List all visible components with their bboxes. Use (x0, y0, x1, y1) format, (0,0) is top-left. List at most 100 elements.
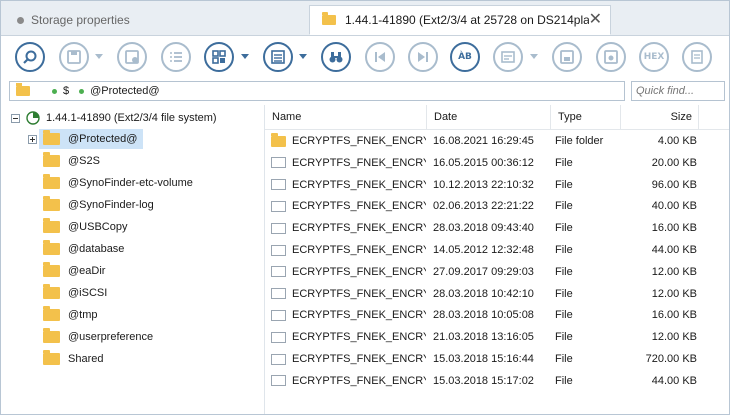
cell-date: 28.03.2018 09:43:40 (433, 222, 534, 235)
tree-item[interactable]: @database (39, 239, 130, 259)
cell-date: 16.08.2021 16:29:45 (433, 135, 534, 147)
cell-date: 27.09.2017 09:29:03 (433, 265, 534, 278)
collapse-icon[interactable] (11, 113, 20, 123)
tree-item[interactable]: @SynoFinder-etc-volume (39, 173, 199, 193)
file-icon (271, 288, 286, 300)
tree-item-label: Shared (68, 353, 104, 365)
hex-view-button[interactable]: HEX (639, 42, 669, 72)
cell-type: File folder (555, 135, 604, 147)
folder-icon (43, 152, 60, 167)
cell-size: 40.00 KB (651, 200, 697, 213)
tree-item[interactable]: @userpreference (39, 327, 159, 347)
document-button[interactable] (682, 42, 712, 72)
app-window: Storage properties 1.44.1-41890 (Ext2/3/… (0, 0, 730, 415)
tree-item-label: @SynoFinder-etc-volume (68, 177, 193, 189)
column-size[interactable]: Size (621, 105, 699, 129)
cell-type: File (555, 222, 573, 235)
view-dropdown-icon[interactable] (241, 54, 249, 59)
match-case-button[interactable]: ÀB (450, 42, 480, 72)
list-view-button[interactable] (263, 42, 293, 72)
cell-name: ECRYPTFS_FNEK_ENCRY... (271, 326, 426, 348)
search-button[interactable] (15, 42, 45, 72)
previous-button[interactable] (365, 42, 395, 72)
tree-item[interactable]: Shared (39, 349, 109, 369)
save-disk-button[interactable] (596, 42, 626, 72)
expand-icon[interactable] (28, 135, 37, 144)
breadcrumb-segment[interactable]: $ (63, 85, 69, 97)
tree-item[interactable]: @Protected@ (39, 129, 144, 149)
tree-item[interactable]: @S2S (39, 151, 106, 171)
tree-item[interactable]: @tmp (39, 305, 104, 325)
tree-root[interactable]: 1.44.1-41890 (Ext2/3/4 file system) (11, 111, 217, 125)
cell-size: 16.00 KB (651, 309, 697, 322)
save-region-button[interactable] (552, 42, 582, 72)
tab-file-system[interactable]: 1.44.1-41890 (Ext2/3/4 at 25728 on DS214… (309, 5, 611, 35)
cell-size: 44.00 KB (651, 244, 697, 256)
column-header: Name Date Type Size (265, 105, 729, 130)
table-row[interactable]: ECRYPTFS_FNEK_ENCRY... 16.08.2021 16:29:4… (265, 130, 729, 152)
file-icon (271, 157, 286, 169)
close-icon[interactable]: ✕ (589, 12, 602, 28)
table-row[interactable]: ECRYPTFS_FNEK_ENCRY... 15.03.2018 15:17:0… (265, 370, 729, 392)
table-row[interactable]: ECRYPTFS_FNEK_ENCRY... 14.05.2012 12:32:4… (265, 239, 729, 261)
tree-item[interactable]: @USBCopy (39, 217, 133, 237)
list-dropdown-icon[interactable] (299, 54, 307, 59)
table-row[interactable]: ECRYPTFS_FNEK_ENCRY... 10.12.2013 22:10:3… (265, 174, 729, 196)
file-icon (271, 200, 286, 212)
text-dropdown-icon[interactable] (530, 54, 538, 59)
tree-item-label: @eaDir (68, 265, 106, 277)
table-row[interactable]: ECRYPTFS_FNEK_ENCRY... 21.03.2018 13:16:0… (265, 326, 729, 348)
checklist-button[interactable] (161, 42, 191, 72)
file-name: ECRYPTFS_FNEK_ENCRY... (292, 200, 426, 213)
tab-storage-properties[interactable]: Storage properties (11, 5, 306, 35)
save-info-button[interactable] (117, 42, 147, 72)
table-row[interactable]: ECRYPTFS_FNEK_ENCRY... 16.05.2015 00:36:1… (265, 152, 729, 174)
cell-date: 16.05.2015 00:36:12 (433, 156, 534, 169)
folder-icon (271, 132, 286, 147)
folder-icon (43, 196, 60, 211)
tab-label: Storage properties (31, 13, 130, 27)
tab-bar: Storage properties 1.44.1-41890 (Ext2/3/… (1, 1, 729, 36)
grid-view-button[interactable] (204, 42, 234, 72)
text-icon (501, 51, 515, 63)
save-dropdown-icon[interactable] (95, 54, 103, 59)
table-row[interactable]: ECRYPTFS_FNEK_ENCRY... 28.03.2018 10:42:1… (265, 283, 729, 305)
file-name: ECRYPTFS_FNEK_ENCRY... (292, 265, 426, 278)
find-button[interactable] (321, 42, 351, 72)
address-bar[interactable]: $ @Protected@ (9, 81, 625, 101)
tree-item[interactable]: @eaDir (39, 261, 111, 281)
save-info-icon (125, 50, 139, 64)
cell-name: ECRYPTFS_FNEK_ENCRY... (271, 370, 426, 392)
table-row[interactable]: ECRYPTFS_FNEK_ENCRY... 28.03.2018 09:43:4… (265, 217, 729, 239)
column-date[interactable]: Date (427, 105, 551, 129)
case-icon: ÀB (458, 52, 472, 62)
breadcrumb-segment[interactable]: @Protected@ (90, 85, 159, 97)
table-row[interactable]: ECRYPTFS_FNEK_ENCRY... 02.06.2013 22:21:2… (265, 195, 729, 217)
cell-type: File (555, 200, 573, 213)
folder-icon (322, 12, 336, 25)
tree-item[interactable]: @SynoFinder-log (39, 195, 160, 215)
cell-size: 12.00 KB (651, 331, 697, 344)
file-name: ECRYPTFS_FNEK_ENCRY... (292, 222, 426, 235)
tree-item[interactable]: @iSCSI (39, 283, 113, 303)
tab-dot-icon (17, 16, 24, 24)
tree-item-label: @userpreference (68, 331, 154, 343)
grid-view-icon (212, 50, 226, 64)
table-row[interactable]: ECRYPTFS_FNEK_ENCRY... 15.03.2018 15:16:4… (265, 348, 729, 370)
status-dot-icon (79, 88, 85, 94)
save-button[interactable] (59, 42, 89, 72)
text-view-button[interactable] (493, 42, 523, 72)
next-button[interactable] (408, 42, 438, 72)
cell-date: 15.03.2018 15:16:44 (433, 353, 534, 365)
table-row[interactable]: ECRYPTFS_FNEK_ENCRY... 27.09.2017 09:29:0… (265, 261, 729, 283)
column-type[interactable]: Type (551, 105, 621, 129)
cell-name: ECRYPTFS_FNEK_ENCRY... (271, 195, 426, 217)
quick-find-input[interactable] (631, 81, 725, 101)
column-name[interactable]: Name (265, 105, 427, 129)
prev-icon (375, 52, 385, 62)
folder-icon (43, 262, 60, 277)
table-row[interactable]: ECRYPTFS_FNEK_ENCRY... 28.03.2018 10:05:0… (265, 304, 729, 326)
cell-date: 28.03.2018 10:05:08 (433, 309, 534, 322)
disk-icon (26, 111, 40, 125)
cell-name: ECRYPTFS_FNEK_ENCRY... (271, 152, 426, 174)
